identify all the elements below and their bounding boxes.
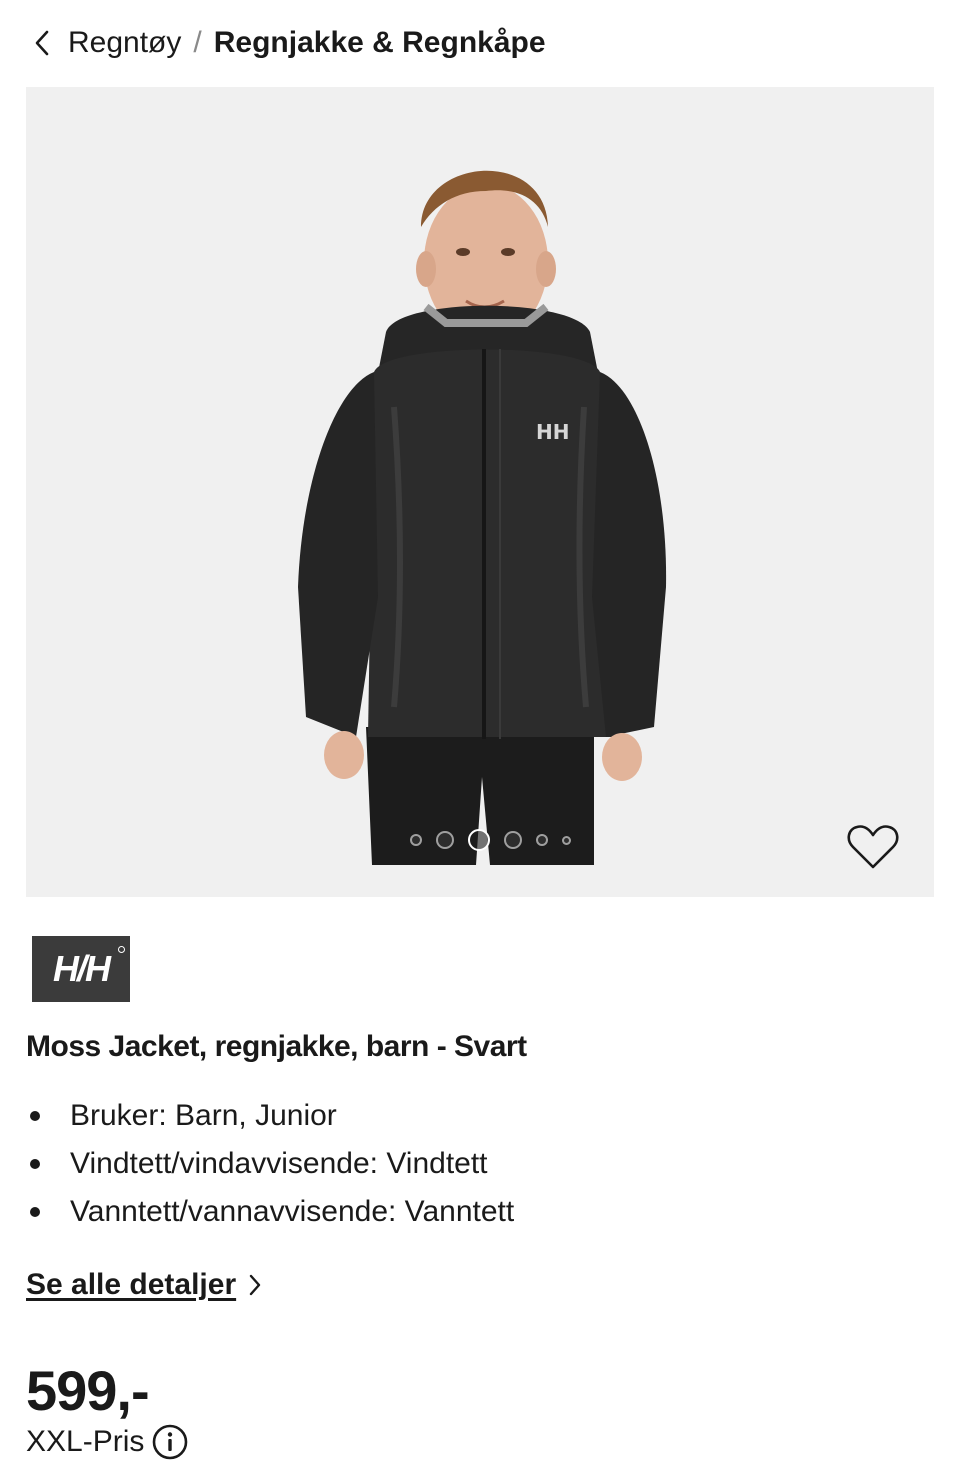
gallery-dot[interactable] (504, 831, 522, 849)
feature-item: Vindtett/vindavvisende: Vindtett (26, 1140, 514, 1188)
price-type: XXL-Pris (26, 1424, 188, 1460)
breadcrumb: Regntøy / Regnjakke & Regnkåpe (32, 18, 546, 68)
gallery-dot[interactable] (436, 831, 454, 849)
bullet-icon (30, 1159, 40, 1169)
product-image-gallery[interactable]: HH (26, 87, 934, 897)
breadcrumb-separator: / (193, 26, 202, 59)
feature-list: Bruker: Barn, Junior Vindtett/vindavvise… (26, 1092, 514, 1236)
gallery-dot[interactable] (536, 834, 548, 846)
gallery-dot[interactable] (562, 835, 571, 845)
product-photo: HH (298, 170, 667, 865)
product-price: 599,- (26, 1359, 150, 1422)
bullet-icon (30, 1111, 40, 1121)
registered-mark-icon (118, 946, 125, 953)
feature-text: Bruker: Barn, Junior (70, 1099, 337, 1132)
feature-text: Vanntett/vannavvisende: Vanntett (70, 1195, 515, 1228)
feature-text: Vindtett/vindavvisende: Vindtett (70, 1147, 488, 1180)
feature-item: Vanntett/vannavvisende: Vanntett (26, 1188, 514, 1236)
chevron-right-icon (249, 1274, 261, 1296)
brand-logo[interactable]: H/H (32, 936, 130, 1002)
price-type-label: XXL-Pris (26, 1425, 145, 1458)
feature-item: Bruker: Barn, Junior (26, 1092, 514, 1140)
see-all-details-link[interactable]: Se alle detaljer (26, 1268, 262, 1302)
svg-text:HH: HH (536, 420, 569, 444)
heart-icon[interactable] (846, 823, 900, 871)
product-title: Moss Jacket, regnjakke, barn - Svart (26, 1030, 527, 1063)
bullet-icon (30, 1207, 40, 1217)
gallery-dot[interactable] (410, 834, 422, 846)
back-chevron-icon[interactable] (32, 23, 60, 63)
gallery-dot-active[interactable] (468, 829, 490, 851)
breadcrumb-current: Regnjakke & Regnkåpe (213, 26, 546, 59)
gallery-pagination (410, 829, 571, 851)
info-icon[interactable] (152, 1424, 188, 1460)
see-all-details-label: Se alle detaljer (26, 1268, 237, 1301)
breadcrumb-parent-link[interactable]: Regntøy (68, 26, 181, 60)
brand-logo-text: H/H (53, 948, 111, 989)
